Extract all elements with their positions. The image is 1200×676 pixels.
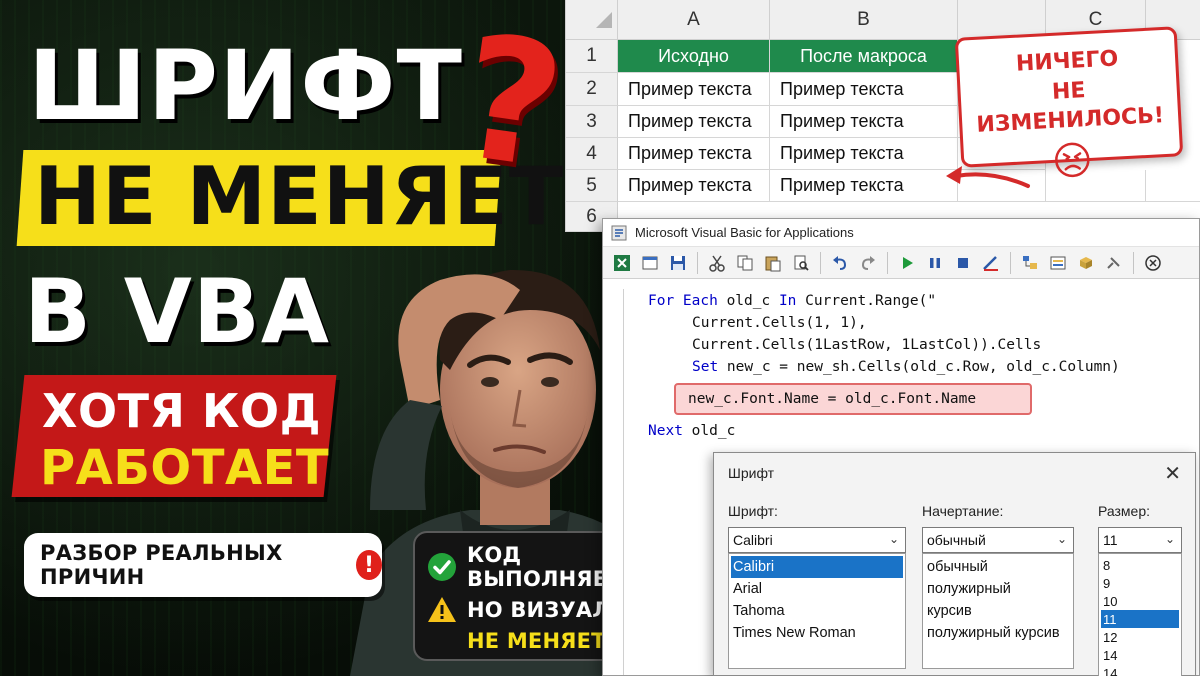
- code-line-5: new_c.Font.Name = old_c.Font.Name: [688, 391, 977, 407]
- cell-a4[interactable]: Пример текста: [618, 138, 770, 170]
- row-header-3[interactable]: 3: [566, 106, 618, 138]
- style-combo-value: обычный: [927, 532, 986, 548]
- cell-a3[interactable]: Пример текста: [618, 106, 770, 138]
- angry-face-icon: [1055, 142, 1090, 178]
- style-list-item[interactable]: обычный: [925, 556, 1071, 578]
- code-line-3: Current.Cells(1LastRow, 1LastCol)).Cells: [692, 337, 1042, 353]
- row-header-2[interactable]: 2: [566, 73, 618, 106]
- style-list-item[interactable]: полужирный курсив: [925, 622, 1071, 644]
- chevron-down-icon[interactable]: ⌄: [889, 532, 899, 546]
- font-list-item[interactable]: Arial: [731, 578, 903, 600]
- save-icon[interactable]: [667, 252, 689, 274]
- pause-icon[interactable]: [924, 252, 946, 274]
- toolbox-icon[interactable]: [1103, 252, 1125, 274]
- paste-icon[interactable]: [762, 252, 784, 274]
- cut-icon[interactable]: [706, 252, 728, 274]
- undo-icon[interactable]: [829, 252, 851, 274]
- code-line-2: Current.Cells(1, 1),: [692, 315, 867, 331]
- check-circle-icon: [428, 553, 456, 581]
- row-header-1[interactable]: 1: [566, 40, 618, 73]
- insert-module-icon[interactable]: [639, 252, 661, 274]
- size-combo[interactable]: 11 ⌄: [1098, 527, 1182, 553]
- size-list-item[interactable]: 9: [1101, 574, 1179, 592]
- code-line-6: Next old_c: [648, 423, 736, 439]
- banner-line-2: РАБОТАЕТ: [40, 440, 330, 496]
- warning-triangle-icon: [428, 597, 456, 622]
- reasons-pill: РАЗБОР РЕАЛЬНЫХ ПРИЧИН !: [24, 533, 382, 597]
- close-icon[interactable]: ✕: [1164, 461, 1181, 486]
- project-explorer-icon[interactable]: [1019, 252, 1041, 274]
- title-line-1: ШРИФТ: [28, 30, 463, 142]
- vba-app-icon: [611, 225, 627, 240]
- column-header-a[interactable]: A: [618, 0, 770, 40]
- row-header-5[interactable]: 5: [566, 170, 618, 202]
- stop-icon[interactable]: [952, 252, 974, 274]
- style-list-item[interactable]: курсив: [925, 600, 1071, 622]
- banner-line-1: ХОТЯ КОД: [42, 384, 322, 438]
- help-icon[interactable]: [1142, 252, 1164, 274]
- size-combo-value: 11: [1103, 532, 1118, 548]
- object-browser-icon[interactable]: [1075, 252, 1097, 274]
- size-list-item[interactable]: 14: [1101, 646, 1179, 664]
- size-list-item[interactable]: 11: [1101, 610, 1179, 628]
- vba-toolbar: [603, 247, 1199, 279]
- excel-view-icon[interactable]: [611, 252, 633, 274]
- size-list-item[interactable]: 8: [1101, 556, 1179, 574]
- properties-icon[interactable]: [1047, 252, 1069, 274]
- vba-window-title: Microsoft Visual Basic for Applications: [635, 225, 854, 240]
- size-list-item[interactable]: 12: [1101, 628, 1179, 646]
- copy-icon[interactable]: [734, 252, 756, 274]
- code-line-1: For Each old_c In Current.Range(": [648, 293, 937, 309]
- size-label: Размер:: [1098, 503, 1151, 519]
- font-combo-value: Calibri: [733, 532, 773, 548]
- pill-text: РАЗБОР РЕАЛЬНЫХ ПРИЧИН: [40, 541, 283, 589]
- chevron-down-icon[interactable]: ⌄: [1165, 532, 1175, 546]
- redo-icon[interactable]: [857, 252, 879, 274]
- size-list-item[interactable]: 10: [1101, 592, 1179, 610]
- note-line-2: НЕ ИЗМЕНИЛОСЬ!: [975, 77, 1165, 139]
- size-list[interactable]: 8 9 10 11 12 14 14: [1098, 553, 1182, 676]
- row-header-4[interactable]: 4: [566, 138, 618, 170]
- style-label: Начертание:: [922, 503, 1004, 519]
- font-list-item[interactable]: Times New Roman: [731, 622, 903, 644]
- style-list[interactable]: обычный полужирный курсив полужирный кур…: [922, 553, 1074, 669]
- font-combo[interactable]: Calibri ⌄: [728, 527, 906, 553]
- cell-b2[interactable]: Пример текста: [770, 73, 958, 106]
- find-icon[interactable]: [790, 252, 812, 274]
- cell-b1[interactable]: После макроса: [770, 40, 958, 73]
- font-list[interactable]: Calibri Arial Tahoma Times New Roman: [728, 553, 906, 669]
- design-mode-icon[interactable]: [980, 252, 1002, 274]
- nothing-changed-note: НИЧЕГО НЕ ИЗМЕНИЛОСЬ!: [954, 26, 1184, 178]
- cell-b3[interactable]: Пример текста: [770, 106, 958, 138]
- cell-b4[interactable]: Пример текста: [770, 138, 958, 170]
- cell-b5[interactable]: Пример текста: [770, 170, 958, 202]
- vba-title-bar[interactable]: Microsoft Visual Basic for Applications: [603, 219, 1199, 247]
- cell-a2[interactable]: Пример текста: [618, 73, 770, 106]
- size-list-item[interactable]: 14: [1101, 664, 1179, 676]
- select-all-corner[interactable]: [566, 0, 618, 40]
- cell-a5[interactable]: Пример текста: [618, 170, 770, 202]
- title-line-3: В VBA: [24, 260, 330, 363]
- column-header-b[interactable]: B: [770, 0, 958, 40]
- cell-a1[interactable]: Исходно: [618, 40, 770, 73]
- chevron-down-icon[interactable]: ⌄: [1057, 532, 1067, 546]
- font-list-item[interactable]: Tahoma: [731, 600, 903, 622]
- font-label: Шрифт:: [728, 503, 778, 519]
- style-combo[interactable]: обычный ⌄: [922, 527, 1074, 553]
- font-dialog-title: Шрифт: [728, 465, 775, 481]
- style-list-item[interactable]: полужирный: [925, 578, 1071, 600]
- font-list-item[interactable]: Calibri: [731, 556, 903, 578]
- font-dialog: Шрифт ✕ Шрифт: Начертание: Размер: Calib…: [713, 452, 1196, 676]
- run-icon[interactable]: [896, 252, 918, 274]
- exclamation-icon: !: [355, 550, 382, 580]
- code-line-4: Set new_c = new_sh.Cells(old_c.Row, old_…: [692, 359, 1120, 375]
- red-arrow-icon: [946, 166, 1030, 188]
